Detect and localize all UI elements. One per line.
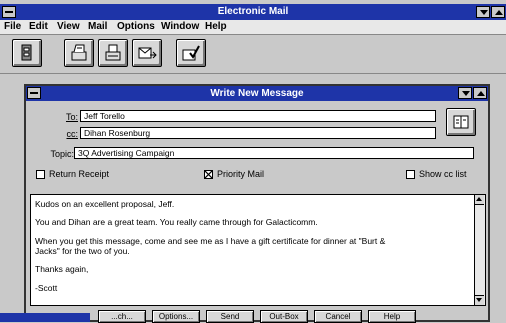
forward-mail-button[interactable] — [132, 39, 162, 67]
menu-file[interactable]: File — [4, 21, 21, 32]
read-mail-icon — [71, 44, 87, 61]
compose-title: Write New Message — [210, 88, 304, 99]
message-body[interactable]: Kudos on an excellent proposal, Jeff. Yo… — [30, 194, 486, 306]
menu-mail[interactable]: Mail — [88, 21, 107, 32]
check-x-icon — [205, 171, 212, 178]
vertical-scrollbar[interactable] — [474, 195, 485, 305]
topic-label: Topic: — [50, 149, 74, 159]
show-cc-list-label: Show cc list — [419, 169, 467, 179]
menu-window[interactable]: Window — [161, 21, 199, 32]
minimize-button[interactable] — [476, 6, 490, 18]
send-button[interactable]: Send — [206, 310, 254, 323]
menu-bar: File Edit View Mail Options Window Help — [0, 20, 506, 35]
forward-mail-icon — [138, 47, 157, 59]
body-line: Jacks" for the two of you. — [35, 246, 130, 256]
up-arrow-icon — [476, 197, 482, 201]
minimized-window-bar[interactable] — [0, 313, 90, 322]
return-receipt-label: Return Receipt — [49, 169, 110, 179]
topic-field[interactable]: 3Q Advertising Campaign — [74, 147, 474, 159]
compose-maximize-button[interactable] — [473, 87, 487, 99]
down-arrow-icon — [476, 298, 482, 302]
show-cc-list-checkbox[interactable] — [406, 170, 415, 179]
read-mail-button[interactable] — [64, 39, 94, 67]
attach-button[interactable]: ...ch... — [98, 310, 146, 323]
help-button[interactable]: Help — [368, 310, 416, 323]
body-line: When you get this message, come and see … — [35, 236, 386, 246]
out-box-button[interactable]: Out-Box — [260, 310, 308, 323]
priority-mail-checkbox[interactable] — [204, 170, 213, 179]
cc-label: cc: — [66, 129, 78, 139]
check-mail-button[interactable] — [176, 39, 206, 67]
to-label: To: — [65, 112, 78, 122]
to-field[interactable]: Jeff Torello — [80, 110, 436, 122]
menu-help[interactable]: Help — [205, 21, 227, 32]
app-title: Electronic Mail — [217, 6, 289, 17]
open-mailbox-icon — [21, 44, 32, 61]
body-line: -Scott — [35, 283, 58, 293]
body-line: Kudos on an excellent proposal, Jeff. — [35, 199, 175, 209]
app-title-bar[interactable]: Electronic Mail — [0, 4, 506, 20]
options-button[interactable]: Options... — [152, 310, 200, 323]
priority-mail-label: Priority Mail — [217, 169, 265, 179]
compose-minimize-button[interactable] — [458, 87, 472, 99]
return-receipt-checkbox[interactable] — [36, 170, 45, 179]
scroll-down-button[interactable] — [475, 295, 484, 305]
print-mail-button[interactable] — [98, 39, 128, 67]
body-line: You and Dihan are a great team. You real… — [35, 217, 318, 227]
write-message-window[interactable]: Write New Message To: Jeff Torello cc: D… — [24, 84, 490, 323]
address-book-icon — [453, 115, 469, 129]
menu-view[interactable]: View — [57, 21, 80, 32]
down-arrow-icon — [462, 91, 470, 96]
print-mail-icon — [105, 44, 121, 61]
up-arrow-icon — [477, 91, 485, 96]
down-arrow-icon — [480, 10, 488, 15]
maximize-button[interactable] — [491, 6, 505, 18]
menu-edit[interactable]: Edit — [29, 21, 48, 32]
cancel-button[interactable]: Cancel — [314, 310, 362, 323]
body-line: Thanks again, — [35, 264, 89, 274]
toolbar — [0, 35, 506, 74]
scroll-up-button[interactable] — [475, 195, 484, 205]
cc-field[interactable]: Dihan Rosenburg — [80, 127, 436, 139]
menu-options[interactable]: Options — [117, 21, 155, 32]
open-mailbox-button[interactable] — [12, 39, 42, 67]
up-arrow-icon — [495, 10, 503, 15]
address-book-button[interactable] — [446, 108, 476, 136]
compose-title-bar[interactable]: Write New Message — [26, 86, 488, 101]
check-mail-icon — [182, 45, 200, 61]
